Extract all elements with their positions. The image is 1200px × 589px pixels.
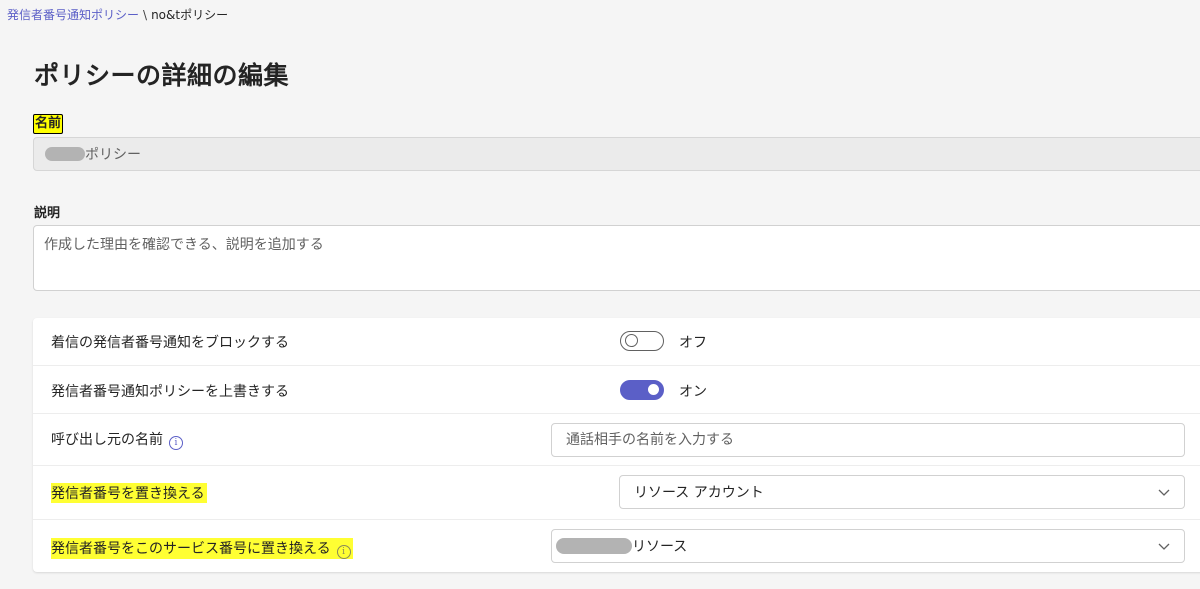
breadcrumb-current: no&tポリシー <box>151 8 229 22</box>
toggle-knob <box>648 384 659 395</box>
replace-caller-id-dropdown[interactable]: リソース アカウント <box>619 475 1185 509</box>
name-field-value: ポリシー <box>85 147 141 163</box>
caller-name-label-wrap: 呼び出し元の名前 i <box>51 429 183 450</box>
page-title: ポリシーの詳細の編集 <box>34 61 290 90</box>
name-field[interactable]: ポリシー <box>33 137 1200 171</box>
setting-row-replace-with-service: 発信者番号をこのサービス番号に置き換える i リソース <box>33 520 1200 572</box>
settings-card: 着信の発信者番号通知をブロックする オフ 発信者番号通知ポリシーを上書きする オ… <box>33 318 1200 572</box>
redacted-text <box>45 147 85 161</box>
info-icon[interactable]: i <box>169 436 183 450</box>
override-policy-state: オン <box>679 384 707 400</box>
chevron-down-icon <box>1158 543 1170 550</box>
replace-caller-id-value: リソース アカウント <box>634 485 764 501</box>
chevron-down-icon <box>1158 489 1170 496</box>
replace-with-service-value: リソース <box>632 539 688 555</box>
setting-row-caller-name: 呼び出し元の名前 i <box>33 414 1200 466</box>
breadcrumb-separator: \ <box>143 8 148 22</box>
setting-row-override-policy: 発信者番号通知ポリシーを上書きする オン <box>33 366 1200 414</box>
replace-with-service-dropdown[interactable]: リソース <box>551 529 1185 563</box>
override-policy-label: 発信者番号通知ポリシーを上書きする <box>51 384 289 400</box>
override-policy-toggle[interactable] <box>620 380 664 400</box>
description-field[interactable] <box>33 225 1200 291</box>
setting-row-replace-caller-id: 発信者番号を置き換える リソース アカウント <box>33 466 1200 520</box>
block-incoming-state: オフ <box>679 335 707 351</box>
description-label: 説明 <box>34 206 61 221</box>
replace-with-service-label: 発信者番号をこのサービス番号に置き換える <box>51 541 331 557</box>
replace-caller-id-label: 発信者番号を置き換える <box>51 483 207 503</box>
redacted-text <box>556 538 632 554</box>
replace-with-service-label-wrap: 発信者番号をこのサービス番号に置き換える i <box>51 538 353 559</box>
block-incoming-toggle[interactable] <box>620 331 664 351</box>
block-incoming-label: 着信の発信者番号通知をブロックする <box>51 335 289 351</box>
breadcrumb: 発信者番号通知ポリシー \ no&tポリシー <box>7 5 228 25</box>
toggle-knob <box>625 334 638 347</box>
caller-name-label: 呼び出し元の名前 <box>51 432 163 448</box>
caller-name-input[interactable] <box>551 423 1185 457</box>
info-icon[interactable]: i <box>336 545 351 559</box>
setting-row-block-incoming: 着信の発信者番号通知をブロックする オフ <box>33 318 1200 366</box>
name-label: 名前 <box>33 114 64 134</box>
breadcrumb-parent-link[interactable]: 発信者番号通知ポリシー <box>7 8 139 22</box>
